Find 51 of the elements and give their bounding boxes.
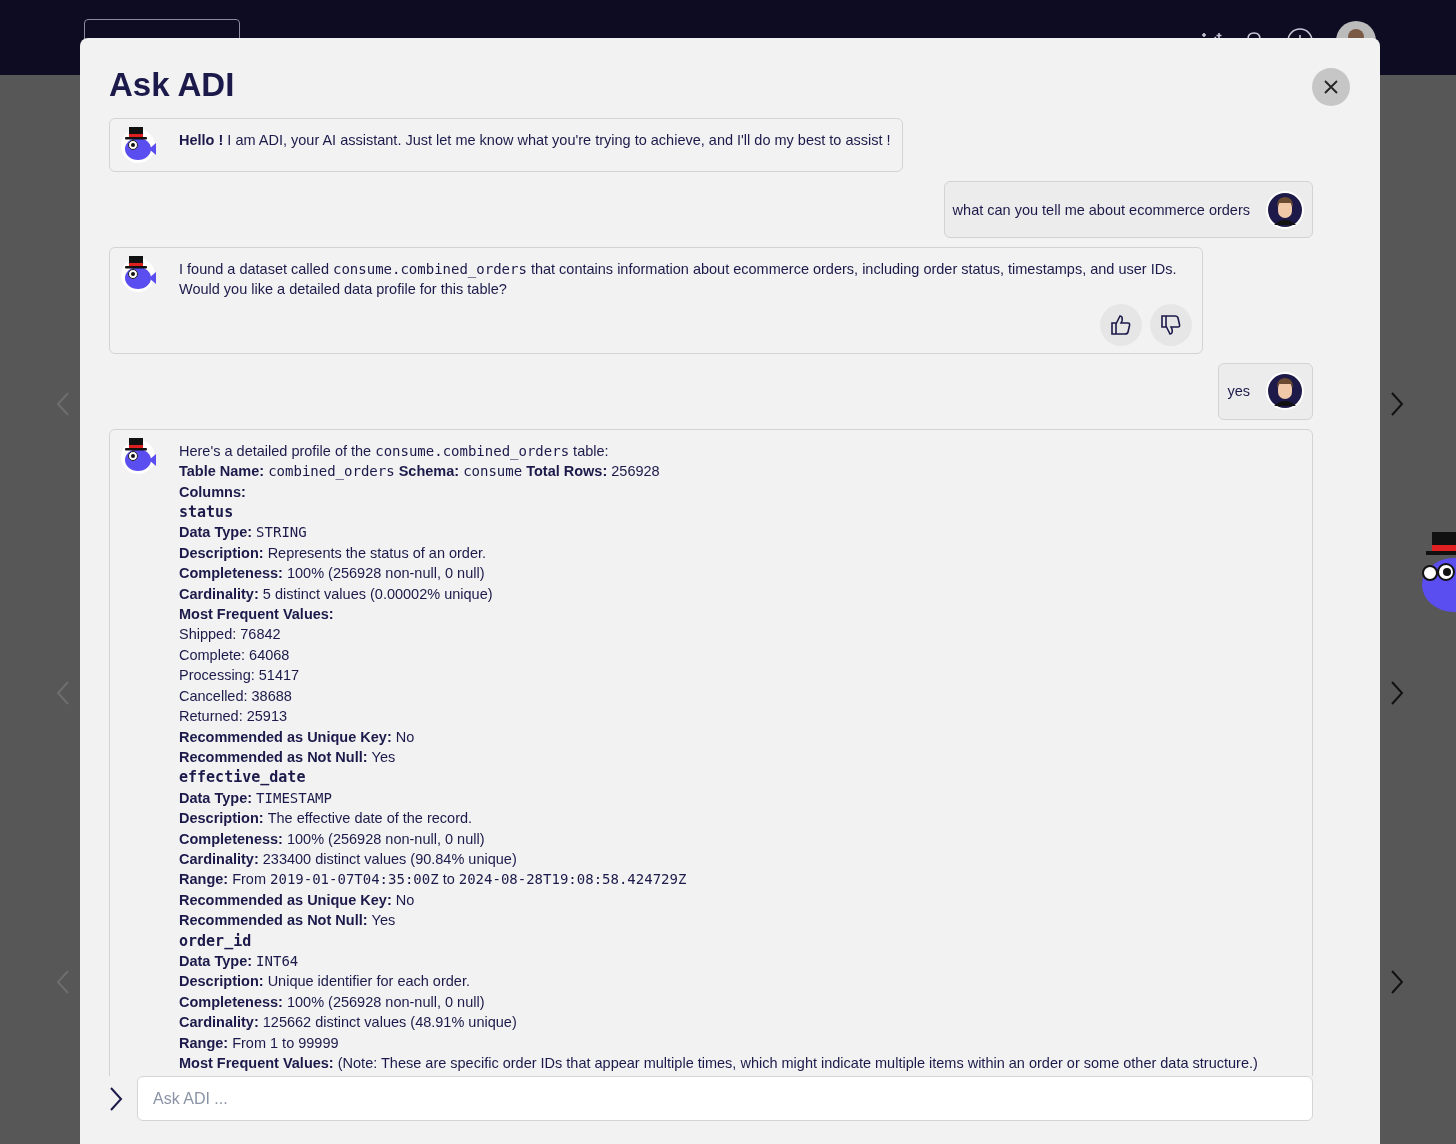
thumbs-up-button[interactable]: [1100, 303, 1142, 346]
message-text: Shipped: 76842: [179, 625, 282, 645]
user-avatar: [1266, 190, 1304, 229]
message-text: Would you like a detailed data profile for this table?: [179, 280, 508, 300]
thumbs-down-button[interactable]: [1150, 303, 1192, 346]
message-text: Recommended as Unique Key: No: [179, 890, 416, 910]
message-text: Data Type: INT64: [179, 951, 300, 971]
message-text: Table Name: combined_orders Schema: consume Total Rows: 256928: [179, 462, 661, 482]
message-text: yes: [1227, 383, 1250, 400]
fish-mascot-icon: [120, 255, 158, 293]
message-input-field[interactable]: Ask ADI ...: [137, 1076, 1313, 1121]
message-text: Completeness: 100% (256928 non-null, 0 null): [179, 564, 486, 584]
message-text: what can you tell me about ecommerce orders: [952, 201, 1250, 218]
message-text: Description: Unique identifier for each order.: [179, 972, 471, 992]
fish-mascot-icon: [120, 126, 158, 164]
message-text: Completeness: 100% (256928 non-null, 0 null): [179, 829, 486, 849]
column-name: order_id: [179, 930, 253, 951]
message-text: I found a dataset called consume.combined_orders that contains information about ecommerce orders, including order status, timestamps, and user IDs.: [179, 260, 1177, 280]
message-text: Data Type: TIMESTAMP: [179, 788, 333, 808]
message-text: Cancelled: 38688: [179, 686, 293, 706]
message-text: Here's a detailed profile of the consume.combined_orders table:: [179, 441, 610, 462]
user-avatar: [1266, 372, 1304, 411]
column-name: effective_date: [179, 767, 307, 788]
thumbs-down-icon: [1159, 312, 1183, 337]
close-button[interactable]: [1312, 68, 1350, 106]
message-text: Recommended as Not Null: Yes: [179, 747, 397, 767]
column-name: status: [179, 502, 235, 523]
message-text: Complete: 64068: [179, 645, 291, 665]
thumbs-up-icon: [1109, 312, 1133, 337]
fish-mascot-icon[interactable]: [1420, 530, 1456, 612]
message-text: Cardinality: 233400 distinct values (90.84% unique): [179, 849, 518, 869]
message-text: Processing: 51417: [179, 666, 301, 686]
dialog-title: Ask ADI: [109, 66, 236, 105]
message-text: Description: The effective date of the record.: [179, 809, 474, 829]
message-text: Recommended as Unique Key: No: [179, 727, 416, 747]
message-text: Completeness: 100% (256928 non-null, 0 null): [179, 992, 486, 1012]
message-text: Description: Represents the status of an order.: [179, 543, 488, 563]
message-text: Cardinality: 5 distinct values (0.00002% unique): [179, 584, 494, 604]
fish-mascot-icon: [120, 436, 158, 475]
message-text: Range: From 1 to 99999: [179, 1033, 340, 1053]
message-text: Most Frequent Values:: [179, 605, 335, 625]
message-text: Data Type: STRING: [179, 523, 308, 543]
message-text: Cardinality: 125662 distinct values (48.91% unique): [179, 1013, 518, 1033]
message-text: Range: From 2019-01-07T04:35:00Z to 2024-08-28T19:08:58.424729Z: [179, 870, 688, 890]
message-text: Hello ! I am ADI, your AI assistant. Just let me know what you're trying to achieve, and I'll do my best to assist !: [179, 131, 891, 150]
chevron-right-icon[interactable]: [109, 1085, 123, 1112]
message-text: Returned: 25913: [179, 707, 289, 727]
message-text: Recommended as Not Null: Yes: [179, 911, 397, 931]
close-icon: [1324, 80, 1338, 94]
message-text: Most Frequent Values: (Note: These are specific order IDs that appear multiple times, which might indicate multiple items within an order or some other data structure.): [179, 1054, 1258, 1073]
message-text: Columns:: [179, 482, 247, 502]
